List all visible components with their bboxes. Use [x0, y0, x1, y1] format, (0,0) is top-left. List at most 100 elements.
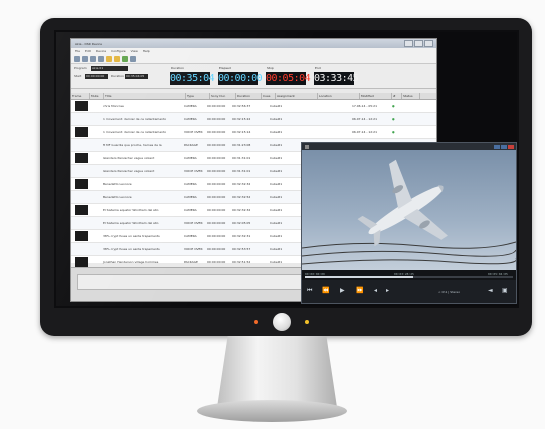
volume-icon[interactable]: ◄ [488, 288, 493, 294]
channel-selector[interactable]: < Ch1 | Stereo [438, 289, 460, 295]
col-modified[interactable]: Modified [360, 93, 392, 99]
monitor-chin [40, 308, 532, 336]
duration-cell: 00:32:53:57 [232, 247, 251, 251]
timer-elapsed-label: Elapsed [219, 66, 231, 70]
title-cell: chris Monrose [103, 104, 124, 108]
window-title: Akia - DSR Device [75, 41, 102, 46]
scrub-bar[interactable] [305, 276, 513, 278]
start-field[interactable]: 00:00:00:00 [85, 74, 108, 79]
menu-configure[interactable]: Configure [111, 49, 126, 53]
sony-dur-cell: 00:00:00:00 [207, 130, 226, 134]
sony-dur-cell: 00:00:00:00 [207, 247, 226, 251]
mute-cell [89, 191, 102, 203]
sony-dur-cell: 00:00:00:00 [207, 221, 226, 225]
timer-duration-label: Duration [171, 66, 185, 70]
col-mute[interactable]: Mute [90, 93, 104, 99]
player-close-button[interactable] [508, 144, 514, 149]
player-maximize-button[interactable] [501, 144, 507, 149]
table-row[interactable]: chris Monrose CAMERA 00:00:00:00 00:32:56:3… [71, 100, 436, 113]
thumb-cell [71, 230, 89, 242]
table-row[interactable]: 1 movement: dernier de ce rallentamento V… [71, 126, 436, 139]
video-player-window: 00:00:00:00 00:03:28:25 00:05:04:05 ⏮ ⏪ … [301, 142, 517, 304]
number-cell [382, 126, 391, 138]
cues-cell [256, 178, 269, 190]
transport-controls: ⏮ ⏪ ▶ ⏩ ◂ ▸ < Ch1 | Stereo ◄ ▣ [302, 280, 516, 303]
menu-help[interactable]: Help [143, 49, 150, 53]
table-row[interactable]: 1 movement: dernier de ce rallentamento C… [71, 113, 436, 126]
col-location[interactable]: Location [318, 93, 360, 99]
close-button[interactable] [424, 40, 433, 47]
title-cell: Benedetto Leonore [103, 182, 132, 186]
mark-out-icon[interactable]: ▸ [386, 288, 389, 294]
col-title[interactable]: Title [104, 93, 186, 99]
fast-forward-icon[interactable]: ⏩ [356, 288, 363, 294]
table-header: Frame Mute Title Type Sony Dur. Duration… [71, 93, 436, 100]
menu-file[interactable]: File [75, 49, 80, 53]
minimize-button[interactable] [404, 40, 413, 47]
play-icon[interactable]: ▶ [340, 288, 345, 294]
thumb-cell [71, 191, 89, 203]
cues-cell [256, 230, 269, 242]
clip-thumbnail [75, 179, 88, 189]
col-sony-dur[interactable]: Sony Dur. [210, 93, 236, 99]
program-field[interactable]: Akia 01 [91, 66, 128, 71]
led-orange [254, 320, 258, 324]
mute-cell [89, 152, 102, 164]
type-cell: CAMERA [184, 234, 197, 238]
cues-cell [256, 100, 269, 112]
menu-edit[interactable]: Edit [85, 49, 91, 53]
col-number[interactable]: # [392, 93, 402, 99]
airplane-image [302, 159, 516, 265]
record-icon[interactable] [106, 55, 112, 62]
clip-thumbnail [75, 127, 88, 137]
cues-cell [256, 191, 269, 203]
cues-cell [256, 152, 269, 164]
maximize-button[interactable] [414, 40, 423, 47]
rewind-icon[interactable]: ⏪ [322, 288, 329, 294]
start-label: Start [74, 74, 82, 78]
duration-label: Duration [111, 74, 125, 78]
menu-device[interactable]: Device [96, 49, 106, 53]
thumb-cell [71, 100, 89, 112]
type-cell: CAMERA [184, 195, 197, 199]
mark-in-icon[interactable]: ◂ [374, 288, 377, 294]
new-icon[interactable] [74, 55, 80, 62]
location-cell [310, 100, 351, 112]
col-status[interactable]: Status [402, 93, 420, 99]
sony-dur-cell: 00:00:00:00 [207, 195, 226, 199]
player-minimize-button[interactable] [494, 144, 500, 149]
sony-dur-cell: 00:00:00:00 [207, 208, 226, 212]
sony-dur-cell: 00:00:00:00 [207, 182, 226, 186]
duration-cell: 00:32:32:32 [232, 208, 251, 212]
screen: Akia - DSR Device File Edit Device Confi… [56, 32, 517, 306]
sony-dur-cell: 00:00:00:00 [207, 169, 226, 173]
location-cell [310, 126, 351, 138]
save-icon[interactable] [90, 55, 96, 62]
open-icon[interactable] [82, 55, 88, 62]
duration-field[interactable]: 00:35:04:05 [125, 74, 148, 79]
favorite-icon[interactable] [114, 55, 120, 62]
thumb-cell [71, 152, 89, 164]
print-icon[interactable] [98, 55, 104, 62]
mute-cell [89, 100, 102, 112]
help-icon[interactable] [130, 55, 136, 62]
timer-stop-label: Stop [267, 66, 274, 70]
monitor-base [197, 400, 347, 422]
fullscreen-icon[interactable]: ▣ [502, 288, 508, 294]
rewind-start-icon[interactable]: ⏮ [307, 288, 312, 294]
title-cell: 38% crypt fuses un sante trapements [103, 247, 160, 251]
duration-timer: 00:35:04 [170, 72, 215, 85]
thumb-cell [71, 217, 89, 229]
thumb-cell [71, 139, 89, 151]
title-cell: Islanders Persischer vague violent [103, 169, 155, 173]
mute-cell [89, 113, 102, 125]
col-assignment[interactable]: Assignment [276, 93, 318, 99]
power-button[interactable] [273, 313, 291, 331]
col-cues[interactable]: Cues [262, 93, 276, 99]
video-frame[interactable] [302, 150, 516, 270]
col-frame[interactable]: Frame [71, 93, 90, 99]
col-duration[interactable]: Duration [236, 93, 262, 99]
col-type[interactable]: Type [186, 93, 210, 99]
menu-view[interactable]: View [131, 49, 138, 53]
refresh-icon[interactable] [122, 55, 128, 62]
